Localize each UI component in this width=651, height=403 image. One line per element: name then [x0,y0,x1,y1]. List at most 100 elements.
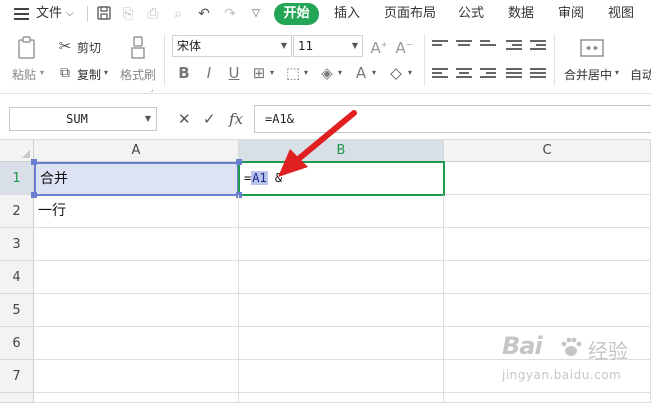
chevron-down-icon[interactable]: ▾ [304,68,308,77]
select-all-corner[interactable] [0,140,34,162]
row-header-5[interactable]: 5 [0,294,34,327]
justify-icon[interactable] [506,68,522,82]
border-icon[interactable]: ⊞ [250,64,268,82]
chevron-down-icon[interactable]: ▾ [338,68,342,77]
align-right-icon[interactable] [480,68,496,82]
merge-center-button[interactable]: 合并居中 [564,66,612,83]
increase-font-icon[interactable]: A+ [370,36,388,57]
reference-handle[interactable] [31,159,37,165]
chevron-down-icon[interactable]: ⌵ [66,0,74,28]
fill-color-icon[interactable]: ◈ [318,64,336,82]
cell-b2[interactable] [239,195,444,228]
format-painter-icon[interactable] [128,36,148,60]
cell-b3[interactable] [239,228,444,261]
italic-icon[interactable]: I [202,64,216,82]
confirm-icon[interactable]: ✓ [203,108,216,130]
paste-button[interactable]: 粘贴 [12,66,36,83]
font-size-select[interactable]: 11 ▼ [293,35,363,57]
row-header-3[interactable]: 3 [0,228,34,261]
cell-b6[interactable] [239,327,444,360]
eraser-icon[interactable]: ◇ [386,64,406,82]
row-header-7[interactable]: 7 [0,360,34,393]
redo-icon[interactable]: ↷ [222,5,238,23]
align-bottom-icon[interactable] [480,40,496,54]
chevron-down-icon[interactable]: ▾ [270,68,274,77]
cut-button[interactable]: 剪切 [77,39,101,56]
chevron-down-icon[interactable]: ▾ [408,68,412,77]
cell-b8[interactable] [239,393,444,403]
font-size-value: 11 [298,39,314,53]
increase-indent-icon[interactable] [530,40,546,54]
annotation-arrow-icon [278,110,357,177]
cell-c4[interactable] [444,261,651,294]
cell-c2[interactable] [444,195,651,228]
format-painter-button[interactable]: 格式刷 [120,66,156,83]
chevron-down-icon[interactable]: ▾ [372,68,376,77]
tab-view[interactable]: 视图 [608,0,634,28]
name-box[interactable]: SUM ▼ [9,107,157,131]
decrease-font-icon[interactable]: A− [395,36,413,57]
cancel-icon[interactable]: ✕ [178,108,191,130]
chevron-down-icon[interactable]: ▼ [145,108,151,130]
row-header-8[interactable] [0,393,34,403]
align-left-icon[interactable] [432,68,448,82]
tab-formulas[interactable]: 公式 [458,0,484,28]
cell-a3[interactable] [34,228,239,261]
cell-a6[interactable] [34,327,239,360]
row-header-2[interactable]: 2 [0,195,34,228]
reference-handle[interactable] [236,159,242,165]
merge-center-icon[interactable] [580,38,604,58]
file-menu[interactable]: 文件 [36,0,62,28]
align-top-icon[interactable] [432,40,448,54]
tab-insert[interactable]: 插入 [334,0,360,28]
cell-a2[interactable]: 一行 [34,195,239,228]
tab-review[interactable]: 审阅 [558,0,584,28]
cell-a8[interactable] [34,393,239,403]
dialog-launcher-icon[interactable]: ⌟ [150,84,154,93]
align-middle-icon[interactable] [456,40,472,54]
tab-home[interactable]: 开始 [274,3,319,25]
paw-icon [561,337,582,356]
row-header-1[interactable]: 1 [0,162,34,195]
undo-icon[interactable]: ↶ [196,5,212,23]
insert-function-icon[interactable]: fx [229,108,243,130]
cell-b5[interactable] [239,294,444,327]
row-header-6[interactable]: 6 [0,327,34,360]
cell-style-icon[interactable]: ⬚ [284,64,302,82]
print-icon[interactable]: ⎙ [145,5,161,23]
cell-a7[interactable] [34,360,239,393]
distributed-icon[interactable] [530,68,546,82]
cell-c8[interactable] [444,393,651,403]
chevron-down-icon[interactable]: ▾ [615,68,619,77]
cell-c3[interactable] [444,228,651,261]
chevron-down-icon[interactable]: ▾ [40,68,44,77]
cell-b7[interactable] [239,360,444,393]
chevron-down-icon[interactable]: ▾ [104,68,108,77]
print-preview-icon[interactable]: ⌕ [170,5,186,23]
paste-icon[interactable] [16,36,38,60]
auto-wrap-button[interactable]: 自动 [630,66,651,83]
main-menu-icon[interactable] [14,8,29,20]
font-color-icon[interactable]: A [352,64,370,82]
cell-c1[interactable] [445,162,651,195]
tab-page-layout[interactable]: 页面布局 [384,0,436,28]
column-header-a[interactable]: A [34,140,239,162]
save-icon[interactable] [96,5,112,23]
cell-c5[interactable] [444,294,651,327]
menu-bar: 文件 ⌵ ⎘ ⎙ ⌕ ↶ ↷ ▽ 开始 插入 页面布局 公式 数据 审阅 视图 [0,0,651,28]
align-center-icon[interactable] [456,68,472,82]
cell-a5[interactable] [34,294,239,327]
row-header-4[interactable]: 4 [0,261,34,294]
tab-data[interactable]: 数据 [508,0,534,28]
bold-icon[interactable]: B [176,64,192,82]
font-name-select[interactable]: 宋体 ▼ [172,35,292,57]
decrease-indent-icon[interactable] [506,40,522,54]
customize-toolbar-icon[interactable]: ▽ [248,5,264,23]
cell-a1[interactable]: 合并 [34,162,239,196]
copy-button[interactable]: 复制 [77,66,101,83]
underline-icon[interactable]: U [226,64,242,82]
cell-b4[interactable] [239,261,444,294]
cell-a4[interactable] [34,261,239,294]
column-header-c[interactable]: C [444,140,651,162]
export-pdf-icon[interactable]: ⎘ [120,5,136,23]
